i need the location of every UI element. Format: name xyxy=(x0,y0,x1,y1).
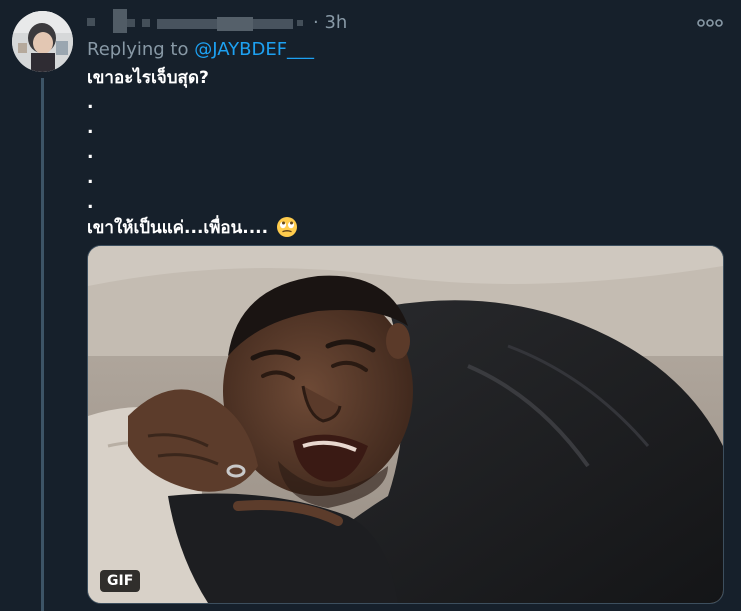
tweet-line: . xyxy=(87,143,94,163)
avatar-image xyxy=(12,11,73,72)
mention-link[interactable]: @JAYBDEF___ xyxy=(194,39,314,60)
tweet-line: . xyxy=(87,118,94,138)
tweet-timestamp[interactable]: · 3h xyxy=(313,12,347,33)
tweet[interactable]: · 3h Replying to @JAYBDEF___ เขาอะไรเจ็บ… xyxy=(0,0,741,611)
tweet-last-line: เขาให้เป็นแค่...เพื่อน.... xyxy=(87,216,298,241)
tweet-line: . xyxy=(87,193,94,213)
replying-prefix: Replying to xyxy=(87,39,195,60)
gif-media[interactable]: GIF xyxy=(87,245,724,604)
replying-to: Replying to @JAYBDEF___ xyxy=(87,39,314,60)
gif-image xyxy=(88,246,723,603)
tweet-line: . xyxy=(87,168,94,188)
rolling-eyes-emoji-icon xyxy=(276,216,298,246)
tweet-text: เขาอะไรเจ็บสุด? . . . . . เขาให้เป็นแค่.… xyxy=(87,66,298,241)
tweet-header: · 3h xyxy=(87,8,347,36)
gif-badge: GIF xyxy=(100,570,141,592)
blurred-username[interactable] xyxy=(87,9,305,35)
avatar[interactable] xyxy=(12,11,73,72)
tweet-line: เขาอะไรเจ็บสุด? xyxy=(87,68,209,88)
thread-line xyxy=(41,78,44,611)
tweet-line: เขาให้เป็นแค่...เพื่อน.... xyxy=(87,218,269,238)
more-options-icon[interactable] xyxy=(697,15,723,29)
tweet-line: . xyxy=(87,93,94,113)
